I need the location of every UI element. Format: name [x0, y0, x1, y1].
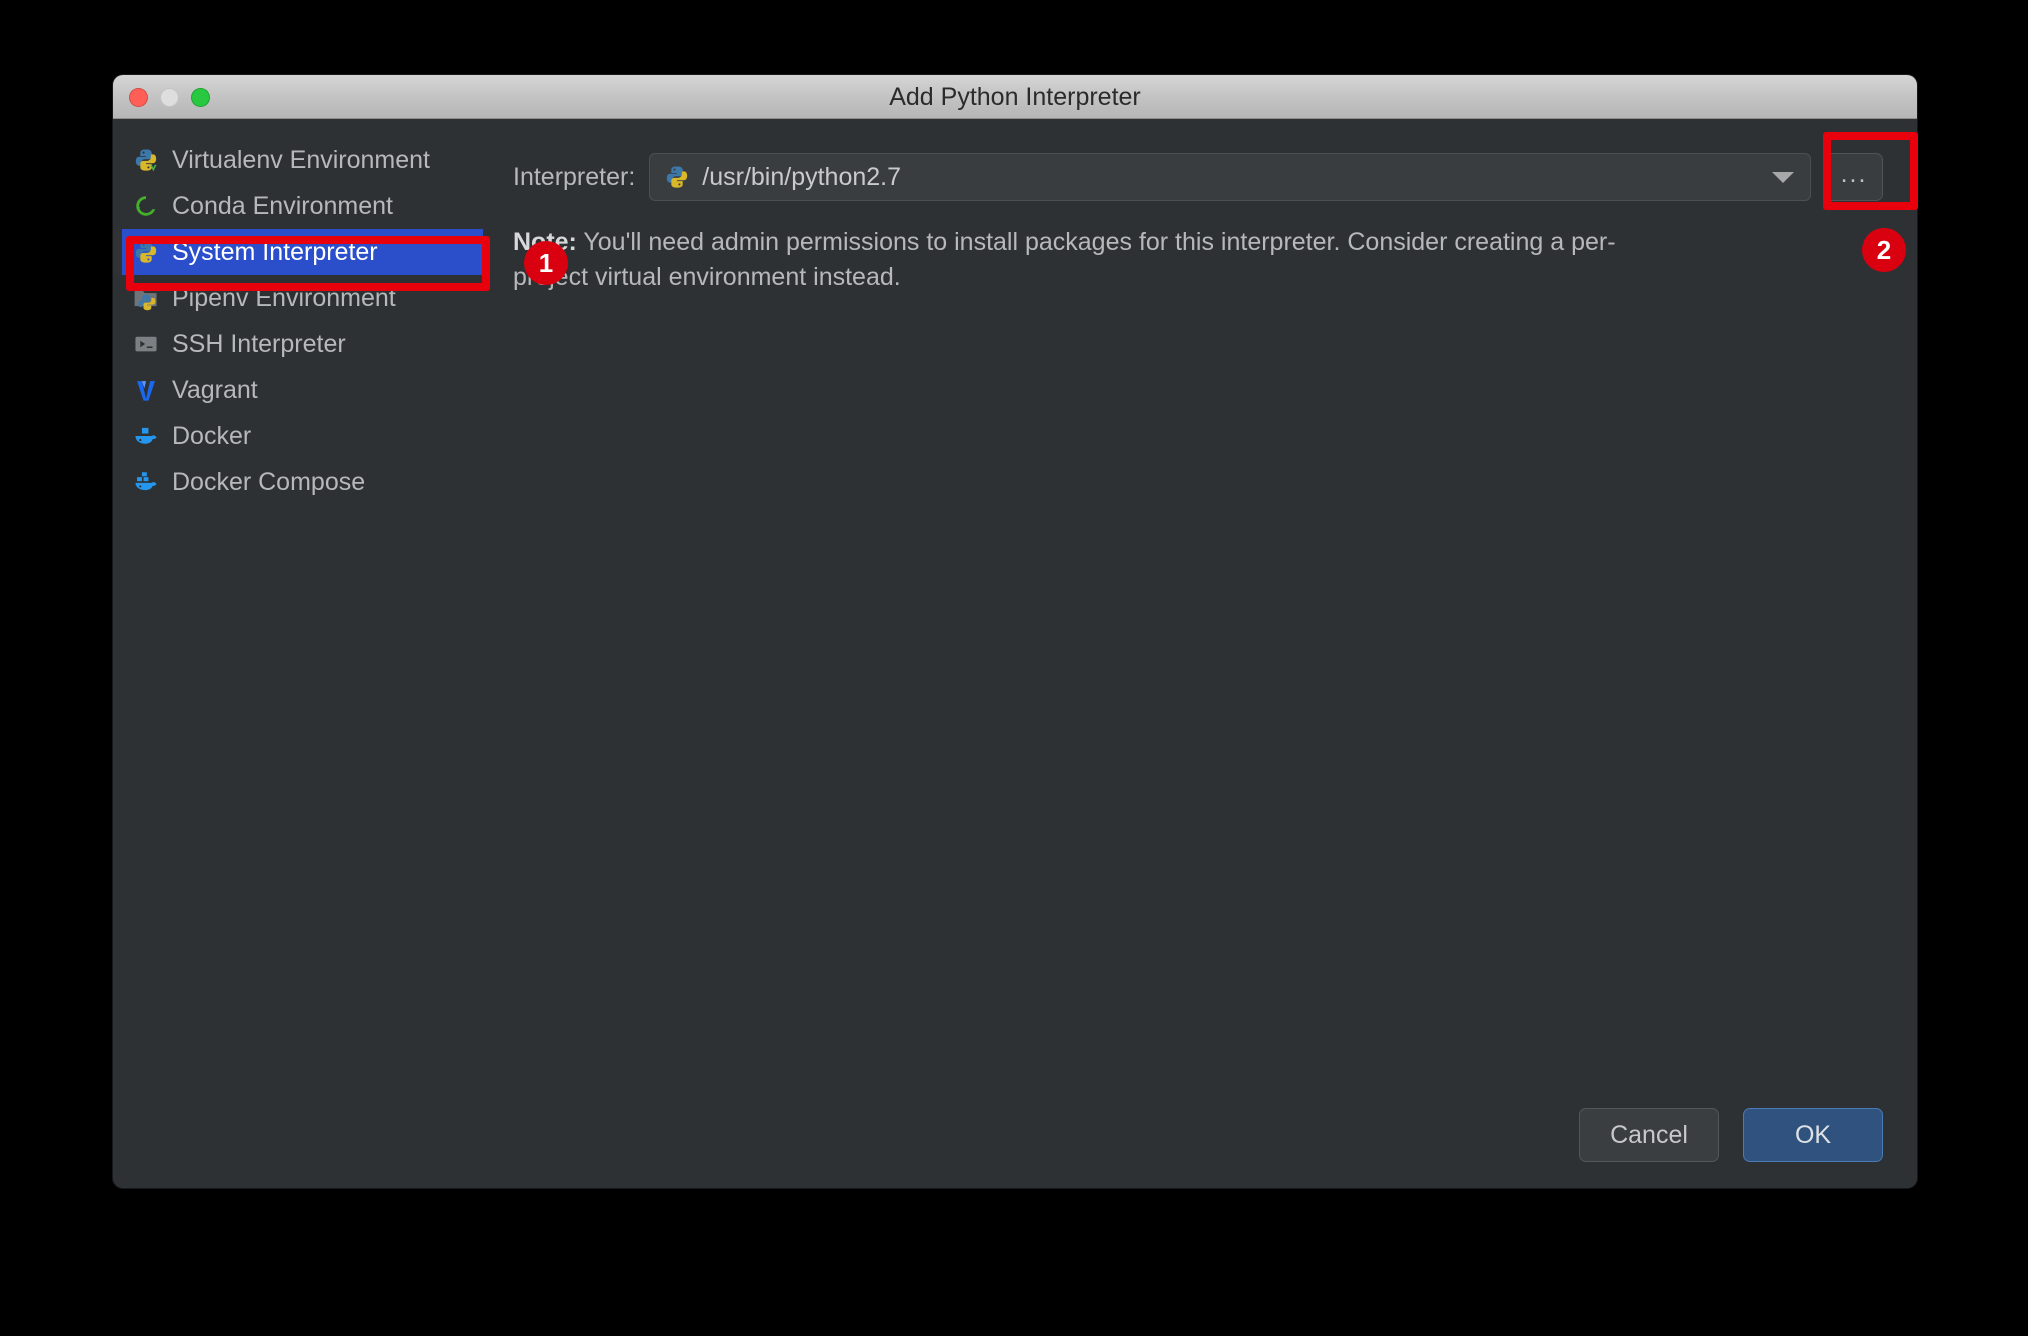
ok-button[interactable]: OK: [1743, 1108, 1883, 1162]
sidebar-item-system-interpreter[interactable]: System Interpreter: [113, 229, 483, 275]
sidebar-item-label: Virtualenv Environment: [172, 145, 431, 174]
chevron-down-icon[interactable]: [1772, 172, 1794, 183]
sidebar-item-label: Pipenv Environment: [172, 283, 396, 312]
interpreter-row: Interpreter: /usr/bin/python2.7 ...: [513, 153, 1883, 201]
window-titlebar: Add Python Interpreter: [113, 75, 1917, 119]
window-title: Add Python Interpreter: [889, 83, 1141, 111]
sidebar-item-virtualenv-environment[interactable]: Virtualenv Environment: [113, 137, 483, 183]
sidebar-item-label: System Interpreter: [172, 237, 378, 266]
sidebar-item-label: Vagrant: [172, 375, 258, 404]
sidebar-item-label: Docker: [172, 421, 252, 450]
sidebar-item-label: Docker Compose: [172, 467, 366, 496]
interpreter-value: /usr/bin/python2.7: [702, 162, 902, 191]
permissions-note: Note: You'll need admin permissions to i…: [513, 225, 1673, 294]
note-text: You'll need admin permissions to install…: [513, 228, 1616, 291]
sidebar-item-docker[interactable]: Docker: [113, 413, 483, 459]
docker-compose-icon: [135, 472, 157, 491]
environment-type-list: Virtualenv Environment Conda Environment: [113, 137, 483, 505]
sidebar-item-pipenv-environment[interactable]: Pipenv Environment: [113, 275, 483, 321]
add-python-interpreter-dialog: Add Python Interpreter Virtualenv Enviro…: [113, 75, 1917, 1188]
cancel-button[interactable]: Cancel: [1579, 1108, 1719, 1162]
sidebar-item-label: Conda Environment: [172, 191, 393, 220]
conda-icon: [136, 196, 156, 216]
annotation-badge-1: 1: [524, 241, 568, 285]
sidebar-item-conda-environment[interactable]: Conda Environment: [113, 183, 483, 229]
python-venv-icon: [135, 149, 157, 172]
interpreter-settings-pane: Interpreter: /usr/bin/python2.7 ... Note…: [513, 153, 1883, 294]
vagrant-icon: [137, 381, 155, 401]
docker-icon: [135, 427, 157, 444]
python-icon: [667, 166, 688, 188]
dialog-footer: Cancel OK: [1579, 1108, 1883, 1162]
ssh-terminal-icon: [135, 336, 157, 352]
sidebar-item-docker-compose[interactable]: Docker Compose: [113, 459, 483, 505]
dialog-body: Virtualenv Environment Conda Environment: [113, 119, 1917, 1188]
browse-interpreter-button[interactable]: ...: [1825, 153, 1883, 201]
interpreter-select[interactable]: /usr/bin/python2.7: [649, 153, 1811, 201]
sidebar-item-label: SSH Interpreter: [172, 329, 346, 358]
annotation-badge-2: 2: [1862, 228, 1906, 272]
python-icon: [135, 241, 157, 263]
sidebar-item-vagrant[interactable]: Vagrant: [113, 367, 483, 413]
interpreter-label: Interpreter:: [513, 162, 636, 191]
pipenv-folder-icon: [134, 290, 157, 311]
sidebar-item-ssh-interpreter[interactable]: SSH Interpreter: [113, 321, 483, 367]
